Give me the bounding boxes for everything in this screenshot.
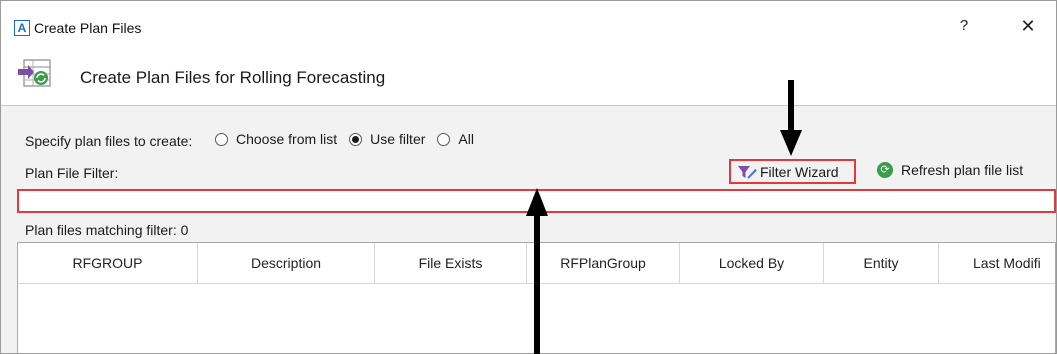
create-mode-radio-group: Choose from list Use filter All [215, 131, 486, 147]
plan-files-refresh-icon [18, 59, 51, 87]
column-header[interactable]: File Exists [375, 243, 527, 283]
radio-choose-indicator[interactable] [215, 132, 228, 146]
dialog-heading: Create Plan Files for Rolling Forecastin… [80, 68, 386, 87]
radio-all-indicator[interactable] [437, 132, 451, 146]
help-button[interactable]: ? [957, 17, 971, 34]
dialog-header: Create Plan Files for Rolling Forecastin… [1, 39, 1056, 106]
filter-wizard-button[interactable]: Filter Wizard [729, 159, 856, 184]
matching-count-label: Plan files matching filter: 0 [25, 222, 189, 238]
column-header[interactable]: Description [198, 243, 375, 283]
filter-label: Plan File Filter: [25, 165, 119, 181]
arrow-up-annotation [526, 188, 548, 354]
column-header[interactable]: Entity [824, 243, 939, 283]
filter-wand-icon [738, 165, 757, 179]
specify-label: Specify plan files to create: [25, 133, 193, 149]
radio-filter-label: Use filter [370, 131, 426, 147]
radio-use-filter[interactable]: Use filter [349, 131, 425, 147]
column-header[interactable]: RFPlanGroup [527, 243, 680, 283]
filter-wizard-label: Filter Wizard [760, 163, 839, 180]
radio-choose-label: Choose from list [236, 131, 338, 147]
radio-choose-from-list[interactable]: Choose from list [215, 131, 337, 147]
arrow-down-annotation [780, 80, 802, 156]
column-header[interactable]: Last Modifi [939, 243, 1055, 283]
app-icon: A [14, 20, 30, 36]
radio-filter-indicator[interactable] [349, 132, 363, 146]
close-button[interactable]: ✕ [1019, 16, 1037, 37]
radio-all[interactable]: All [437, 131, 474, 147]
refresh-icon: ⟳ [877, 162, 893, 178]
refresh-label: Refresh plan file list [901, 162, 1024, 178]
window-title: Create Plan Files [34, 20, 142, 36]
radio-all-label: All [458, 131, 474, 147]
column-header[interactable]: Locked By [680, 243, 824, 283]
title-bar: A Create Plan Files ? ✕ [1, 1, 1056, 39]
refresh-plan-file-list-link[interactable]: ⟳ Refresh plan file list [877, 162, 1023, 178]
column-header[interactable]: RFGROUP [18, 243, 198, 283]
